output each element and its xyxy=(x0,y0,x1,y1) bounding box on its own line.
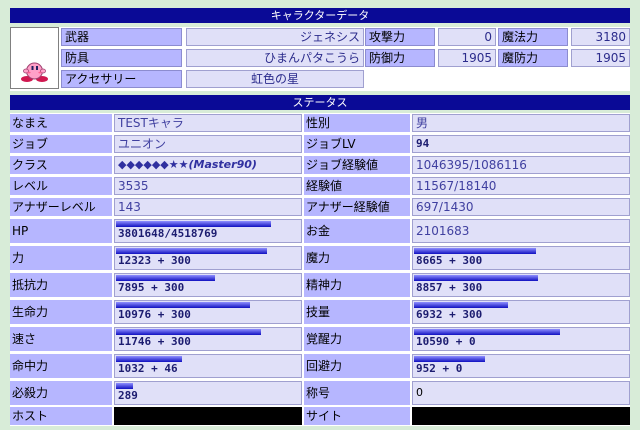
class-value: ◆◆◆◆◆◆★★(Master90) xyxy=(114,156,302,174)
awk-gauge: 10590 + 0 xyxy=(412,327,630,351)
spi-gauge: 8857 + 300 xyxy=(412,273,630,297)
defense-value: 1905 xyxy=(438,49,496,67)
kirby-portrait-icon xyxy=(10,27,59,89)
name-value: TESTキャラ xyxy=(114,114,302,132)
spi-label: 精神力 xyxy=(304,273,410,297)
joblv-label: ジョブLV xyxy=(304,135,410,153)
armor-value: ひまんパタこうら xyxy=(186,49,364,67)
spd-value: 11746 + 300 xyxy=(118,335,191,348)
eva-value: 952 + 0 xyxy=(416,362,463,375)
joblv-value: 94 xyxy=(412,135,630,153)
vit-value: 10976 + 300 xyxy=(118,308,191,321)
accessory-value: 虹色の星 xyxy=(186,70,364,88)
skl-gauge: 6932 + 300 xyxy=(412,300,630,324)
vit-label: 生命力 xyxy=(10,300,112,324)
host-value-redacted xyxy=(114,407,302,425)
crit-label: 必殺力 xyxy=(10,381,112,405)
str-label: 力 xyxy=(10,246,112,270)
skl-value: 6932 + 300 xyxy=(416,308,483,321)
another-exp-value: 697/1430 xyxy=(412,198,630,216)
jobexp-label: ジョブ経験値 xyxy=(304,156,410,174)
sex-label: 性別 xyxy=(304,114,410,132)
job-value: ユニオン xyxy=(114,135,302,153)
hp-label: HP xyxy=(10,219,112,243)
level-value: 3535 xyxy=(114,177,302,195)
hp-gauge: 3801648/4518769 xyxy=(114,219,302,243)
name-label: なまえ xyxy=(10,114,112,132)
acc-gauge: 1032 + 46 xyxy=(114,354,302,378)
sex-value: 男 xyxy=(412,114,630,132)
hp-value: 3801648/4518769 xyxy=(118,227,218,240)
level-label: レベル xyxy=(10,177,112,195)
attack-value: 0 xyxy=(438,28,496,46)
res-value: 7895 + 300 xyxy=(118,281,185,294)
host-label: ホスト xyxy=(10,407,112,425)
site-value-redacted xyxy=(412,407,630,425)
exp-label: 経験値 xyxy=(304,177,410,195)
res-label: 抵抗力 xyxy=(10,273,112,297)
class-label: クラス xyxy=(10,156,112,174)
mag-value: 8665 + 300 xyxy=(416,254,483,267)
defense-label: 防御力 xyxy=(365,49,435,67)
status-table: なまえ TESTキャラ 性別 男 ジョブ ユニオン ジョブLV 94 クラス ◆… xyxy=(10,113,630,426)
vit-gauge: 10976 + 300 xyxy=(114,300,302,324)
spi-value: 8857 + 300 xyxy=(416,281,483,294)
jobexp-value: 1046395/1086116 xyxy=(412,156,630,174)
another-level-label: アナザーレベル xyxy=(10,198,112,216)
skl-label: 技量 xyxy=(304,300,410,324)
money-value: 2101683 xyxy=(412,219,630,243)
magic-defense-value: 1905 xyxy=(571,49,630,67)
title-value: 0 xyxy=(412,381,630,405)
exp-value: 11567/18140 xyxy=(412,177,630,195)
magic-defense-label: 魔防力 xyxy=(498,49,568,67)
another-level-value: 143 xyxy=(114,198,302,216)
acc-label: 命中力 xyxy=(10,354,112,378)
magic-attack-label: 魔法力 xyxy=(498,28,568,46)
status-page: キャラクターデータ 武器 ジェネシス 攻撃力 0 魔法力 3180 防具 ひまん… xyxy=(0,0,640,430)
magic-attack-value: 3180 xyxy=(571,28,630,46)
another-exp-label: アナザー経験値 xyxy=(304,198,410,216)
attack-label: 攻撃力 xyxy=(365,28,435,46)
weapon-value: ジェネシス xyxy=(186,28,364,46)
str-value: 12323 + 300 xyxy=(118,254,191,267)
accessory-label: アクセサリー xyxy=(61,70,182,88)
res-gauge: 7895 + 300 xyxy=(114,273,302,297)
eva-label: 回避力 xyxy=(304,354,410,378)
title-label: 称号 xyxy=(304,381,410,405)
weapon-label: 武器 xyxy=(61,28,182,46)
equipment-card: 武器 ジェネシス 攻撃力 0 魔法力 3180 防具 ひまんパタこうら 防御力 … xyxy=(10,27,630,91)
site-label: サイト xyxy=(304,407,410,425)
armor-label: 防具 xyxy=(61,49,182,67)
spd-gauge: 11746 + 300 xyxy=(114,327,302,351)
mag-label: 魔力 xyxy=(304,246,410,270)
awk-value: 10590 + 0 xyxy=(416,335,476,348)
awk-label: 覚醒力 xyxy=(304,327,410,351)
str-gauge: 12323 + 300 xyxy=(114,246,302,270)
crit-value: 289 xyxy=(118,389,138,402)
eva-gauge: 952 + 0 xyxy=(412,354,630,378)
mag-gauge: 8665 + 300 xyxy=(412,246,630,270)
job-label: ジョブ xyxy=(10,135,112,153)
spd-label: 速さ xyxy=(10,327,112,351)
acc-value: 1032 + 46 xyxy=(118,362,178,375)
character-data-header: キャラクターデータ xyxy=(10,8,630,23)
crit-gauge: 289 xyxy=(114,381,302,405)
money-label: お金 xyxy=(304,219,410,243)
status-header: ステータス xyxy=(10,95,630,110)
